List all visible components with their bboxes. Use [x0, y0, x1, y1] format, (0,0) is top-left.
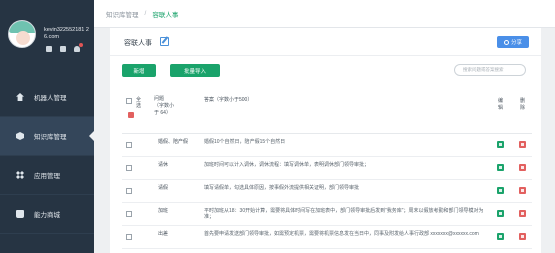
share-label: 分享	[510, 40, 522, 46]
sidebar-item-label: 知识库管理	[34, 134, 67, 141]
row-question: 加班	[158, 208, 169, 214]
app-root: kevin322552181 26.com 机器人管理 知识库管理 应用管理 能…	[0, 0, 555, 253]
sidebar-item-robot-management[interactable]: 机器人管理	[0, 78, 94, 117]
row-answer: 婚假10个自然日，陪产假15个自然日	[204, 139, 286, 145]
sidebar-item-label: 应用管理	[34, 173, 60, 180]
row-question: 婚假、陪产假	[158, 139, 189, 145]
page-title: 容联人事	[124, 40, 152, 47]
row-question: 请休	[158, 162, 169, 168]
knowledge-base-card: 容联人事 分享 新增 批量导入 搜索问题或答案搜索 全选 问题 （字数小于 64…	[110, 28, 541, 253]
settings-icon[interactable]	[60, 46, 66, 52]
user-profile: kevin322552181 26.com	[0, 0, 94, 72]
knowledge-base-icon	[16, 132, 24, 140]
edit-icon[interactable]	[497, 233, 504, 240]
answer-column-header: 答案（字数小于500）	[204, 97, 253, 103]
share-icon	[503, 39, 509, 45]
card-header: 容联人事 分享	[110, 28, 541, 56]
select-all-checkbox[interactable]	[126, 98, 136, 106]
table-row: 请假 填写请假单，勾选具体原因，按事假外流提供相关证明，部门领导审批	[122, 180, 532, 203]
row-checkbox[interactable]	[126, 188, 132, 194]
avatar-face	[16, 31, 30, 45]
row-question: 请假	[158, 185, 169, 191]
breadcrumb: 知识库管理 / 容联人事	[94, 0, 555, 28]
breadcrumb-root[interactable]: 知识库管理	[106, 9, 139, 19]
row-question: 出差	[158, 231, 169, 237]
edit-icon[interactable]	[497, 187, 504, 194]
table-row: 加班 平时加班从18：30开始计算，需要将具体时间写在加班表中，部门领导审批后发…	[122, 203, 532, 226]
table-row: 婚假、陪产假 婚假10个自然日，陪产假15个自然日	[122, 134, 532, 157]
edit-column-header: 编辑	[498, 98, 504, 111]
search-input[interactable]: 搜索问题或答案搜索	[454, 64, 526, 76]
edit-icon[interactable]	[497, 141, 504, 148]
delete-icon[interactable]	[519, 210, 526, 217]
add-button[interactable]: 新增	[122, 64, 156, 77]
row-checkbox[interactable]	[126, 234, 132, 240]
qa-table: 全选 问题 （字数小于 64） 答案（字数小于500） 编辑 删除 婚假、陪产假…	[122, 90, 532, 249]
table-row: 请休 加班时间可以计入调休，调休流程：填写调休单，表明调休部门领导审批；	[122, 157, 532, 180]
toolbar: 新增 批量导入 搜索问题或答案搜索	[122, 64, 532, 78]
checkbox-box	[126, 98, 132, 104]
sidebar-nav: 机器人管理 知识库管理 应用管理 能力商城	[0, 78, 94, 234]
breadcrumb-separator: /	[144, 10, 147, 17]
row-answer: 填写请假单，勾选具体原因，按事假外流提供相关证明，部门领导审批	[204, 185, 360, 191]
document-icon[interactable]	[46, 46, 52, 52]
row-checkbox[interactable]	[126, 165, 132, 171]
table-row: 出差 首先要申请发送部门领导审批，如需预定机票，需要将机票信息发在当日中，同事及…	[122, 226, 532, 249]
delete-icon[interactable]	[519, 141, 526, 148]
table-header: 全选 问题 （字数小于 64） 答案（字数小于500） 编辑 删除	[122, 90, 532, 134]
sidebar-item-label: 机器人管理	[34, 95, 67, 102]
delete-column-header: 删除	[520, 98, 526, 111]
delete-icon[interactable]	[519, 233, 526, 240]
notification-dot	[79, 43, 83, 47]
sidebar-item-capability-mall[interactable]: 能力商城	[0, 195, 94, 234]
sidebar: kevin322552181 26.com 机器人管理 知识库管理 应用管理 能…	[0, 0, 94, 253]
user-name: kevin322552181 26.com	[44, 27, 89, 40]
bulk-delete-icon[interactable]	[128, 112, 134, 118]
profile-actions	[46, 43, 83, 52]
row-answer: 加班时间可以计入调休，调休流程：填写调休单，表明调休部门领导审批；	[204, 162, 370, 168]
select-all-label: 全选	[136, 97, 142, 109]
delete-icon[interactable]	[519, 164, 526, 171]
mall-icon	[16, 210, 24, 218]
question-column-header: 问题 （字数小于 64）	[154, 96, 175, 116]
row-answer: 首先要申请发送部门领导审批，如需预定机票，需要将机票信息发在当日中，同事及附发给…	[204, 231, 479, 237]
avatar[interactable]	[8, 20, 36, 48]
batch-import-button[interactable]: 批量导入	[170, 64, 220, 77]
sidebar-item-knowledge-base[interactable]: 知识库管理	[0, 117, 94, 156]
apps-icon	[16, 171, 24, 179]
share-button[interactable]: 分享	[497, 36, 529, 48]
edit-icon[interactable]	[497, 164, 504, 171]
breadcrumb-current: 容联人事	[152, 11, 179, 19]
robot-icon	[16, 93, 24, 101]
bell-icon[interactable]	[74, 43, 83, 52]
edit-icon[interactable]	[497, 210, 504, 217]
sidebar-item-app-management[interactable]: 应用管理	[0, 156, 94, 195]
edit-title-icon[interactable]	[160, 37, 169, 46]
row-checkbox[interactable]	[126, 142, 132, 148]
sidebar-item-label: 能力商城	[34, 212, 60, 219]
row-checkbox[interactable]	[126, 211, 132, 217]
delete-icon[interactable]	[519, 187, 526, 194]
row-answer: 平时加班从18：30开始计算，需要将具体时间写在加班表中，部门领导审批后发到“我…	[204, 208, 484, 220]
